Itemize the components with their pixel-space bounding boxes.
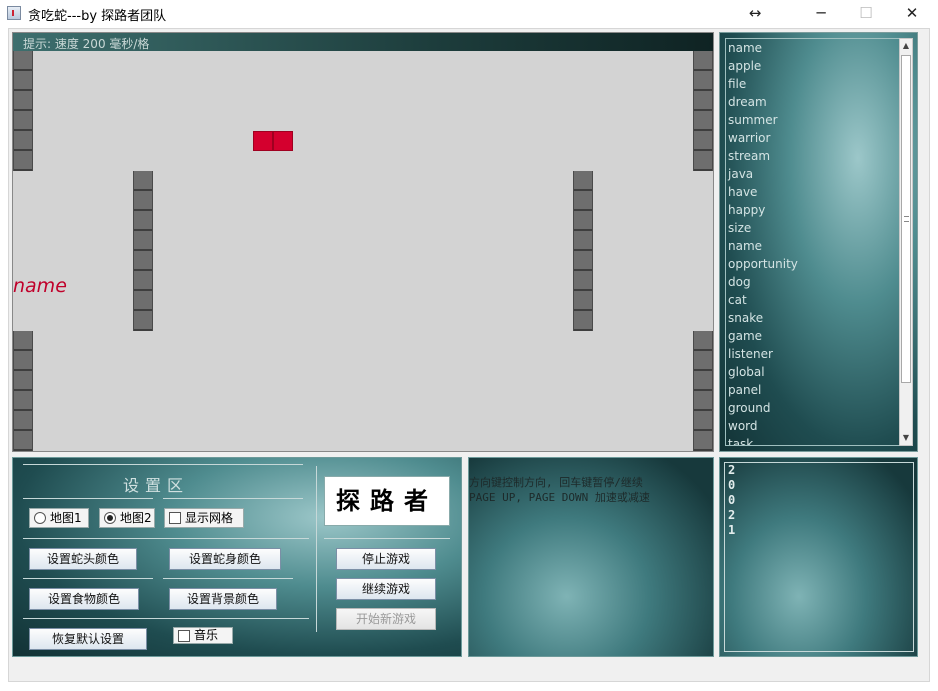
wall-right-top xyxy=(693,51,713,171)
new-game-button[interactable]: 开始新游戏 xyxy=(336,608,436,630)
word-list-item[interactable]: file xyxy=(726,75,899,93)
divider xyxy=(163,578,293,579)
word-list-item[interactable]: listener xyxy=(726,345,899,363)
grip-icon xyxy=(904,216,909,222)
word-list-item[interactable]: java xyxy=(726,165,899,183)
word-list-scrollbar[interactable]: ▲ ▼ xyxy=(899,38,913,446)
word-list-item[interactable]: have xyxy=(726,183,899,201)
wall-right-bottom xyxy=(693,331,713,451)
scroll-thumb[interactable] xyxy=(901,55,911,383)
word-list-item[interactable]: apple xyxy=(726,57,899,75)
radio-on-icon xyxy=(104,512,116,524)
settings-panel: 设置区 地图1 地图2 显示网格 设置蛇头颜色 设置蛇身颜色 设置食物颜色 设置… xyxy=(12,457,462,657)
wall-inner-right xyxy=(573,171,593,331)
score-digit: 0 xyxy=(728,478,736,492)
snake-head xyxy=(253,131,273,151)
word-list-item[interactable]: game xyxy=(726,327,899,345)
food-color-button[interactable]: 设置食物颜色 xyxy=(29,588,139,610)
word-list-panel: name apple file dream summer warrior stream jav… xyxy=(719,32,918,452)
instruction-line: 方向键控制方向, 回车键暂停/继续 xyxy=(469,476,643,489)
word-list-item[interactable]: name xyxy=(726,237,899,255)
wall-left-bottom xyxy=(13,331,33,451)
vertical-divider xyxy=(316,466,317,632)
word-list-item[interactable]: opportunity xyxy=(726,255,899,273)
word-list-item[interactable]: snake xyxy=(726,309,899,327)
team-logo: 探路者 xyxy=(324,476,450,526)
scroll-up-icon[interactable]: ▲ xyxy=(900,39,912,53)
word-list-item[interactable]: cat xyxy=(726,291,899,309)
map1-label: 地图1 xyxy=(50,511,82,525)
scroll-down-icon[interactable]: ▼ xyxy=(900,431,912,445)
wall-left-top xyxy=(13,51,33,171)
resize-icon[interactable]: ↔ xyxy=(732,0,778,28)
divider xyxy=(163,498,303,499)
word-list-item[interactable]: task xyxy=(726,435,899,445)
word-list-item[interactable]: warrior xyxy=(726,129,899,147)
word-list-item[interactable]: ground xyxy=(726,399,899,417)
show-grid-label: 显示网格 xyxy=(185,511,234,525)
checkbox-icon xyxy=(178,630,190,642)
game-board[interactable]: 提示: 速度 200 毫秒/格 name xyxy=(12,32,714,452)
food-word: name xyxy=(13,275,67,297)
app-window: 贪吃蛇---by 探路者团队 ↔ ─ ☐ ✕ 提示: 速度 200 毫秒/格 n… xyxy=(0,0,938,691)
maximize-button[interactable]: ☐ xyxy=(843,0,889,28)
map2-radio[interactable]: 地图2 xyxy=(99,508,155,528)
settings-title: 设置区 xyxy=(123,476,190,495)
continue-game-button[interactable]: 继续游戏 xyxy=(336,578,436,600)
music-label: 音乐 xyxy=(194,628,219,642)
word-list-item[interactable]: summer xyxy=(726,111,899,129)
word-list[interactable]: name apple file dream summer warrior stream jav… xyxy=(725,38,900,446)
background-color-button[interactable]: 设置背景颜色 xyxy=(169,588,277,610)
word-list-item[interactable]: word xyxy=(726,417,899,435)
java-app-icon xyxy=(7,6,21,20)
wall-inner-left xyxy=(133,171,153,331)
hint-bar: 提示: 速度 200 毫秒/格 xyxy=(13,33,713,51)
word-list-item[interactable]: global xyxy=(726,363,899,381)
divider xyxy=(23,498,153,499)
word-list-item[interactable]: dog xyxy=(726,273,899,291)
score-display: 20021 xyxy=(724,462,914,652)
radio-off-icon xyxy=(34,512,46,524)
restore-defaults-button[interactable]: 恢复默认设置 xyxy=(29,628,147,650)
score-digit: 0 xyxy=(728,493,736,507)
word-list-item[interactable]: happy xyxy=(726,201,899,219)
score-digit: 1 xyxy=(728,523,736,537)
word-list-item[interactable]: dream xyxy=(726,93,899,111)
divider xyxy=(23,578,153,579)
speed-hint: 提示: 速度 200 毫秒/格 xyxy=(23,37,150,51)
minimize-button[interactable]: ─ xyxy=(798,0,844,28)
close-button[interactable]: ✕ xyxy=(889,0,935,28)
window-title: 贪吃蛇---by 探路者团队 xyxy=(28,9,167,24)
music-checkbox[interactable]: 音乐 xyxy=(173,627,233,644)
checkbox-icon xyxy=(169,512,181,524)
snake-head-color-button[interactable]: 设置蛇头颜色 xyxy=(29,548,137,570)
divider xyxy=(324,538,450,539)
word-list-item[interactable]: size xyxy=(726,219,899,237)
snake-body-color-button[interactable]: 设置蛇身颜色 xyxy=(169,548,281,570)
divider xyxy=(23,618,309,619)
divider xyxy=(23,538,309,539)
score-panel: 20021 xyxy=(719,457,918,657)
instruction-line: PAGE UP, PAGE DOWN 加速或减速 xyxy=(469,491,650,504)
snake-body-segment xyxy=(273,131,293,151)
title-bar[interactable]: 贪吃蛇---by 探路者团队 ↔ ─ ☐ ✕ xyxy=(0,0,938,28)
instructions-panel: 方向键控制方向, 回车键暂停/继续 PAGE UP, PAGE DOWN 加速或… xyxy=(468,457,714,657)
word-list-item[interactable]: panel xyxy=(726,381,899,399)
word-list-item[interactable]: name xyxy=(726,39,899,57)
score-digit: 2 xyxy=(728,463,736,477)
word-list-item[interactable]: stream xyxy=(726,147,899,165)
divider xyxy=(23,464,303,465)
score-digit: 2 xyxy=(728,508,736,522)
map1-radio[interactable]: 地图1 xyxy=(29,508,89,528)
map2-label: 地图2 xyxy=(120,511,152,525)
stop-game-button[interactable]: 停止游戏 xyxy=(336,548,436,570)
show-grid-checkbox[interactable]: 显示网格 xyxy=(164,508,244,528)
